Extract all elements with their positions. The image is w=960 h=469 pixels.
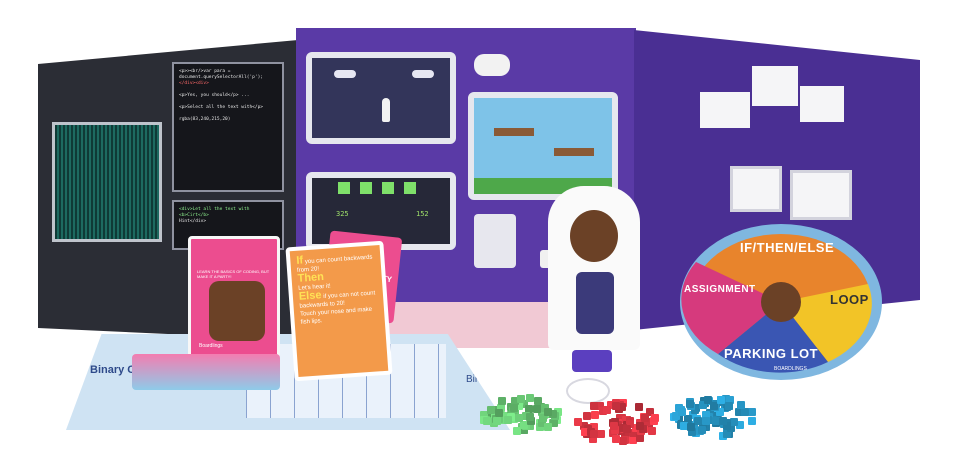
if-then-else-card: If you can count backwards from 20! Then… <box>285 240 393 382</box>
code-line: </div><div> <box>179 81 209 86</box>
character-face <box>570 210 618 262</box>
cube <box>697 426 706 435</box>
cube <box>747 408 756 417</box>
code-line: rgba(83,240,215,20) <box>179 117 231 122</box>
code-sheet <box>700 92 750 128</box>
cube <box>602 406 611 415</box>
cube <box>635 434 644 443</box>
cube <box>718 416 727 425</box>
cube <box>694 416 703 425</box>
code-line: <p>Select all the text with</p> <box>179 105 263 110</box>
cube <box>590 430 599 439</box>
cube <box>591 410 600 419</box>
mat-side-label: Bingo <box>466 374 492 385</box>
cube <box>647 426 656 435</box>
cube <box>685 399 694 408</box>
cube <box>686 423 695 432</box>
cube <box>596 429 605 438</box>
code-line: <p>><br/>var para = document.querySelect… <box>179 69 263 80</box>
code-window: <p>><br/>var para = document.querySelect… <box>172 62 284 192</box>
spinner-label-parking: PARKING LOT <box>724 346 819 361</box>
cube <box>495 409 504 418</box>
rocket-icon <box>382 98 390 122</box>
box-tagline: LEARN THE BASICS OF CODING, BUT MAKE IT … <box>197 269 270 279</box>
standee-base <box>572 350 612 372</box>
code-sheet <box>800 86 844 122</box>
cube <box>543 422 552 431</box>
green-cube-pile <box>476 392 566 438</box>
spinner-label-if: IF/THEN/ELSE <box>740 240 835 255</box>
then-label: Then <box>297 270 325 285</box>
else-label: Else <box>298 289 322 303</box>
cube <box>493 417 502 426</box>
rocket-game-screen <box>306 52 456 144</box>
cube <box>544 407 553 416</box>
cube <box>525 413 534 422</box>
cube <box>525 394 534 403</box>
matrix-display <box>52 122 162 242</box>
blue-cube-pile <box>668 392 760 442</box>
card-deck <box>132 354 280 390</box>
code-line: Hint</div> <box>179 219 207 224</box>
cube <box>497 396 506 405</box>
character-standee <box>548 186 640 350</box>
monitor-icon <box>790 170 852 220</box>
spinner-brand: BOARDLINGS <box>774 366 807 372</box>
cube <box>650 413 659 422</box>
cube <box>611 435 620 444</box>
platformer-game-screen <box>468 92 618 200</box>
box-brand: Boardlings <box>199 343 223 349</box>
monitor-icon <box>730 166 782 212</box>
cloud-icon <box>412 70 434 78</box>
cube <box>532 405 541 414</box>
cube <box>702 417 711 426</box>
score-left: 325 <box>336 210 349 218</box>
cube <box>514 413 523 422</box>
cube <box>487 406 496 415</box>
cube <box>748 416 757 425</box>
cube <box>590 402 599 411</box>
platform <box>494 128 534 136</box>
spinner-label-loop: LOOP <box>830 292 869 307</box>
cube <box>737 400 746 409</box>
cube <box>482 416 491 425</box>
character-body <box>576 272 614 334</box>
cube <box>716 395 725 404</box>
cube <box>740 408 749 417</box>
platform <box>554 148 594 156</box>
cloud-icon <box>334 70 356 78</box>
cube <box>609 421 618 430</box>
gamepad-icon <box>474 54 510 76</box>
cube <box>634 402 643 411</box>
if-text: you can count backwards from 20! <box>296 254 373 274</box>
card-box: LEARN THE BASICS OF CODING, BUT MAKE IT … <box>188 236 280 358</box>
cube <box>619 437 628 446</box>
invader-row <box>338 182 424 194</box>
box-characters-illustration <box>209 281 265 341</box>
red-cube-pile <box>570 396 662 448</box>
cube <box>504 415 513 424</box>
handheld-console-icon <box>474 214 516 268</box>
code-line: <p>Yes, you should</p> ... <box>179 93 250 98</box>
score-right: 152 <box>416 210 429 218</box>
if-label: If <box>295 254 304 267</box>
cube <box>517 395 526 404</box>
cube <box>623 424 632 433</box>
code-sheet <box>752 66 798 106</box>
cube <box>611 402 620 411</box>
spinner-board[interactable]: IF/THEN/ELSE LOOP PARKING LOT ASSIGNMENT… <box>678 222 884 382</box>
cube <box>725 402 734 411</box>
cube <box>509 404 518 413</box>
extra-text: Touch your nose and make fish lips. <box>299 306 373 326</box>
cube <box>635 421 644 430</box>
cube <box>677 408 686 417</box>
spinner-label-assignment: ASSIGNMENT <box>684 284 756 295</box>
code-line: <div>Let all the text with <b>Cirt</b> <box>179 207 250 218</box>
cube <box>573 417 582 426</box>
cube <box>640 413 649 422</box>
